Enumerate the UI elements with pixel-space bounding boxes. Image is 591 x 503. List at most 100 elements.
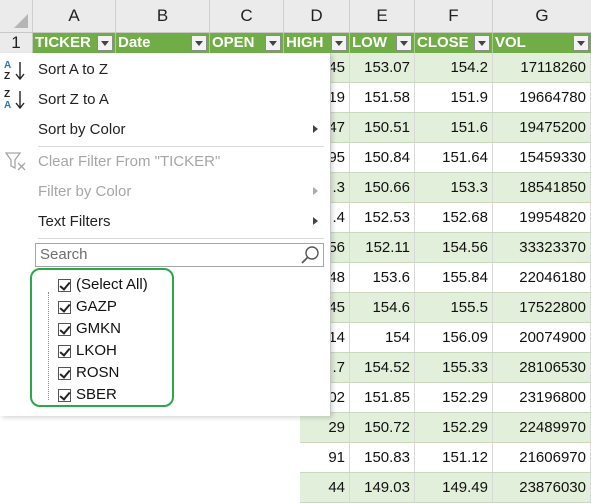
svg-text:Z: Z: [4, 71, 10, 81]
table-row: .4 152.53 152.68 19954820: [300, 203, 591, 233]
text-filters-item[interactable]: Text Filters: [38, 213, 111, 230]
checkbox-checked-icon[interactable]: [58, 367, 71, 380]
checkbox-checked-icon[interactable]: [58, 323, 71, 336]
cell-low[interactable]: 152.53: [350, 203, 415, 232]
header-date-label: Date: [118, 34, 151, 51]
column-header-a[interactable]: A: [33, 0, 116, 32]
cell-close[interactable]: 151.6: [415, 113, 493, 142]
cell-low[interactable]: 154.6: [350, 293, 415, 322]
column-header-b[interactable]: B: [116, 0, 210, 32]
sort-by-color-item[interactable]: Sort by Color: [38, 121, 126, 138]
cell-low[interactable]: 151.85: [350, 383, 415, 412]
cell-vol[interactable]: 33323370: [493, 233, 591, 262]
menu-separator: [38, 146, 324, 147]
cell-vol[interactable]: 19475200: [493, 113, 591, 142]
row-number-1[interactable]: 1: [0, 33, 33, 54]
cell-vol[interactable]: 19664780: [493, 83, 591, 112]
cell-vol[interactable]: 23876030: [493, 473, 591, 502]
table-row: 44 149.03 149.49 23876030: [300, 473, 591, 503]
cell-low[interactable]: 150.72: [350, 413, 415, 442]
column-header-e[interactable]: E: [350, 0, 415, 32]
cell-low[interactable]: 151.58: [350, 83, 415, 112]
cell-close[interactable]: 152.29: [415, 383, 493, 412]
cell-close[interactable]: 152.68: [415, 203, 493, 232]
select-all-corner[interactable]: [0, 0, 33, 32]
clear-filter-item: Clear Filter From "TICKER": [38, 153, 221, 170]
cell-low[interactable]: 150.51: [350, 113, 415, 142]
filter-dropdown-icon[interactable]: [474, 35, 490, 51]
filter-value-item[interactable]: (Select All): [76, 276, 148, 293]
cell-high[interactable]: 91: [300, 443, 350, 472]
menu-separator: [38, 238, 324, 239]
cell-close[interactable]: 155.84: [415, 263, 493, 292]
cell-vol[interactable]: 28106530: [493, 353, 591, 382]
cell-low[interactable]: 153.6: [350, 263, 415, 292]
cell-close[interactable]: 151.12: [415, 443, 493, 472]
cell-close[interactable]: 155.33: [415, 353, 493, 382]
cell-close[interactable]: 153.3: [415, 173, 493, 202]
svg-text:A: A: [4, 100, 11, 110]
search-input[interactable]: Search: [35, 243, 324, 267]
cell-close[interactable]: 151.9: [415, 83, 493, 112]
filter-value-item[interactable]: SBER: [76, 386, 117, 403]
checkbox-checked-icon[interactable]: [58, 345, 71, 358]
table-row: .7 154.52 155.33 28106530: [300, 353, 591, 383]
cell-vol[interactable]: 15459330: [493, 143, 591, 172]
cell-close[interactable]: 154.2: [415, 53, 493, 82]
header-low-label: LOW: [352, 34, 387, 51]
checkbox-checked-icon[interactable]: [58, 389, 71, 402]
cell-close[interactable]: 152.29: [415, 413, 493, 442]
cell-vol[interactable]: 23196800: [493, 383, 591, 412]
filter-dropdown-icon[interactable]: [573, 35, 589, 51]
header-date: Date: [116, 33, 210, 53]
cell-vol[interactable]: 20074900: [493, 323, 591, 352]
column-header-g[interactable]: G: [493, 0, 591, 32]
filter-dropdown-icon[interactable]: [396, 35, 412, 51]
submenu-arrow-icon: [313, 125, 318, 133]
table-row: 91 150.83 151.12 21606970: [300, 443, 591, 473]
filter-dropdown-icon[interactable]: [331, 35, 347, 51]
column-header-c[interactable]: C: [210, 0, 284, 32]
sort-z-to-a-item[interactable]: Sort Z to A: [38, 91, 109, 108]
column-header-f[interactable]: F: [415, 0, 493, 32]
cell-low[interactable]: 153.07: [350, 53, 415, 82]
column-header-d[interactable]: D: [284, 0, 350, 32]
filter-value-item[interactable]: GMKN: [76, 320, 121, 337]
cell-close[interactable]: 155.5: [415, 293, 493, 322]
cell-close[interactable]: 156.09: [415, 323, 493, 352]
cell-vol[interactable]: 21606970: [493, 443, 591, 472]
checkbox-checked-icon[interactable]: [58, 301, 71, 314]
header-open: OPEN: [210, 33, 284, 53]
cell-close[interactable]: 154.56: [415, 233, 493, 262]
checkbox-checked-icon[interactable]: [58, 279, 71, 292]
filter-value-item[interactable]: GAZP: [76, 298, 117, 315]
cell-close[interactable]: 151.64: [415, 143, 493, 172]
cell-low[interactable]: 154.52: [350, 353, 415, 382]
cell-vol[interactable]: 22046180: [493, 263, 591, 292]
table-row: 48 153.6 155.84 22046180: [300, 263, 591, 293]
filter-dropdown-icon[interactable]: [191, 35, 207, 51]
column-header-bar: A B C D E F G: [0, 0, 591, 33]
filter-value-item[interactable]: ROSN: [76, 364, 119, 381]
cell-vol[interactable]: 17118260: [493, 53, 591, 82]
cell-low[interactable]: 149.03: [350, 473, 415, 502]
cell-vol[interactable]: 17522800: [493, 293, 591, 322]
cell-low[interactable]: 154: [350, 323, 415, 352]
header-high: HIGH: [284, 33, 350, 53]
filter-value-item[interactable]: LKOH: [76, 342, 117, 359]
cell-close[interactable]: 149.49: [415, 473, 493, 502]
cell-vol[interactable]: 19954820: [493, 203, 591, 232]
table-row: 45 153.07 154.2 17118260: [300, 53, 591, 83]
cell-low[interactable]: 150.83: [350, 443, 415, 472]
table-row: 56 152.11 154.56 33323370: [300, 233, 591, 263]
cell-vol[interactable]: 18541850: [493, 173, 591, 202]
cell-vol[interactable]: 22489970: [493, 413, 591, 442]
cell-high[interactable]: 44: [300, 473, 350, 502]
filter-dropdown-icon[interactable]: [265, 35, 281, 51]
cell-low[interactable]: 152.11: [350, 233, 415, 262]
cell-low[interactable]: 150.84: [350, 143, 415, 172]
sort-a-to-z-item[interactable]: Sort A to Z: [38, 61, 108, 78]
cell-high[interactable]: 29: [300, 413, 350, 442]
cell-low[interactable]: 150.66: [350, 173, 415, 202]
filter-dropdown-icon[interactable]: [97, 35, 113, 51]
